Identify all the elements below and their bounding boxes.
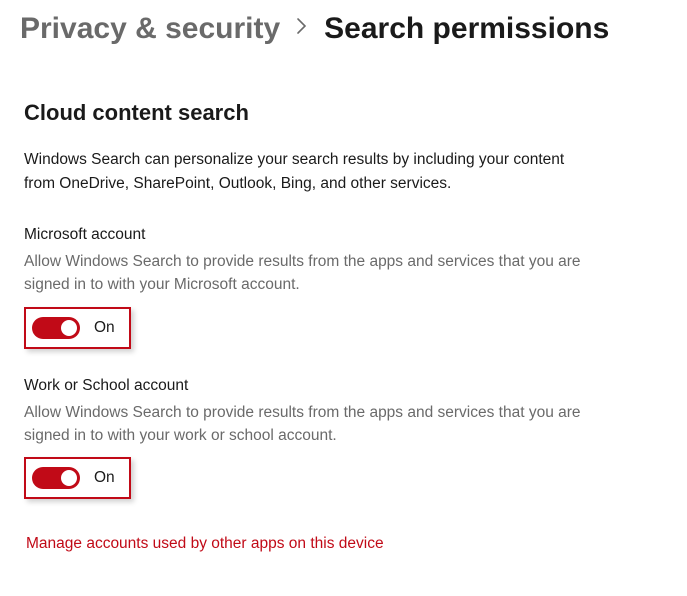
toggle-thumb: [61, 320, 77, 336]
toggle-thumb: [61, 470, 77, 486]
toggle-work-school-account[interactable]: On: [24, 457, 131, 499]
setting-work-school-account: Work or School account Allow Windows Sea…: [24, 377, 663, 500]
chevron-right-icon: [296, 17, 308, 41]
manage-accounts-link[interactable]: Manage accounts used by other apps on th…: [26, 535, 384, 553]
setting-description: Allow Windows Search to provide results …: [24, 250, 584, 297]
breadcrumb: Privacy & security Search permissions: [0, 0, 687, 56]
breadcrumb-parent-link[interactable]: Privacy & security: [20, 12, 280, 46]
section-description: Windows Search can personalize your sear…: [24, 148, 584, 196]
settings-content: Cloud content search Windows Search can …: [0, 56, 687, 553]
toggle-microsoft-account[interactable]: On: [24, 307, 131, 349]
toggle-track[interactable]: [32, 467, 80, 489]
toggle-state-label: On: [94, 319, 115, 337]
setting-title: Microsoft account: [24, 226, 663, 244]
section-heading: Cloud content search: [24, 100, 663, 126]
setting-description: Allow Windows Search to provide results …: [24, 401, 584, 448]
setting-microsoft-account: Microsoft account Allow Windows Search t…: [24, 226, 663, 349]
toggle-track[interactable]: [32, 317, 80, 339]
breadcrumb-current: Search permissions: [324, 12, 609, 46]
setting-title: Work or School account: [24, 377, 663, 395]
toggle-state-label: On: [94, 469, 115, 487]
